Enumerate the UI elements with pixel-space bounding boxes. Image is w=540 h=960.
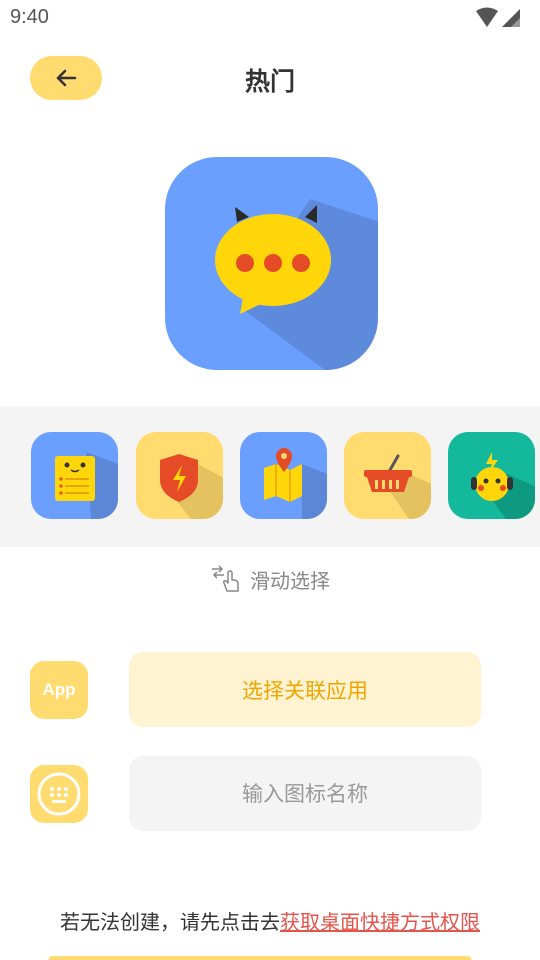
icon-option[interactable] xyxy=(240,432,327,519)
app-badge-text: App xyxy=(42,680,76,699)
wifi-icon xyxy=(476,7,498,27)
basket-icon xyxy=(344,432,431,519)
icon-option[interactable] xyxy=(31,432,118,519)
icon-option[interactable] xyxy=(448,432,535,519)
swipe-hand-icon xyxy=(212,565,239,592)
keyboard-icon xyxy=(37,772,81,816)
icon-option[interactable] xyxy=(136,432,223,519)
pikachu-headphones-icon xyxy=(448,432,535,519)
icon-options-strip[interactable] xyxy=(0,406,540,547)
status-icons xyxy=(476,7,520,27)
icon-option[interactable] xyxy=(344,432,431,519)
swipe-hint: 滑动选择 xyxy=(0,564,540,594)
status-bar: 9:40 xyxy=(0,0,540,36)
shield-bolt-icon xyxy=(136,432,223,519)
permission-link[interactable]: 获取桌面快捷方式权限 xyxy=(280,910,480,934)
swipe-hint-text: 滑动选择 xyxy=(250,568,330,593)
map-pin-icon xyxy=(240,432,327,519)
app-badge: App xyxy=(30,661,88,719)
create-button[interactable] xyxy=(48,956,472,960)
chat-bubble-pikachu-icon xyxy=(165,157,378,370)
select-app-label: 选择关联应用 xyxy=(242,678,368,703)
notepad-face-icon xyxy=(31,432,118,519)
icon-preview xyxy=(165,157,378,370)
select-app-button[interactable]: 选择关联应用 xyxy=(129,652,481,727)
status-time: 9:40 xyxy=(10,6,49,28)
permission-note-prefix: 若无法创建，请先点击去 xyxy=(60,910,280,934)
permission-note: 若无法创建，请先点击去获取桌面快捷方式权限 xyxy=(0,906,540,935)
icon-name-input[interactable] xyxy=(129,756,481,831)
keyboard-badge xyxy=(30,765,88,823)
page-title: 热门 xyxy=(244,67,295,96)
